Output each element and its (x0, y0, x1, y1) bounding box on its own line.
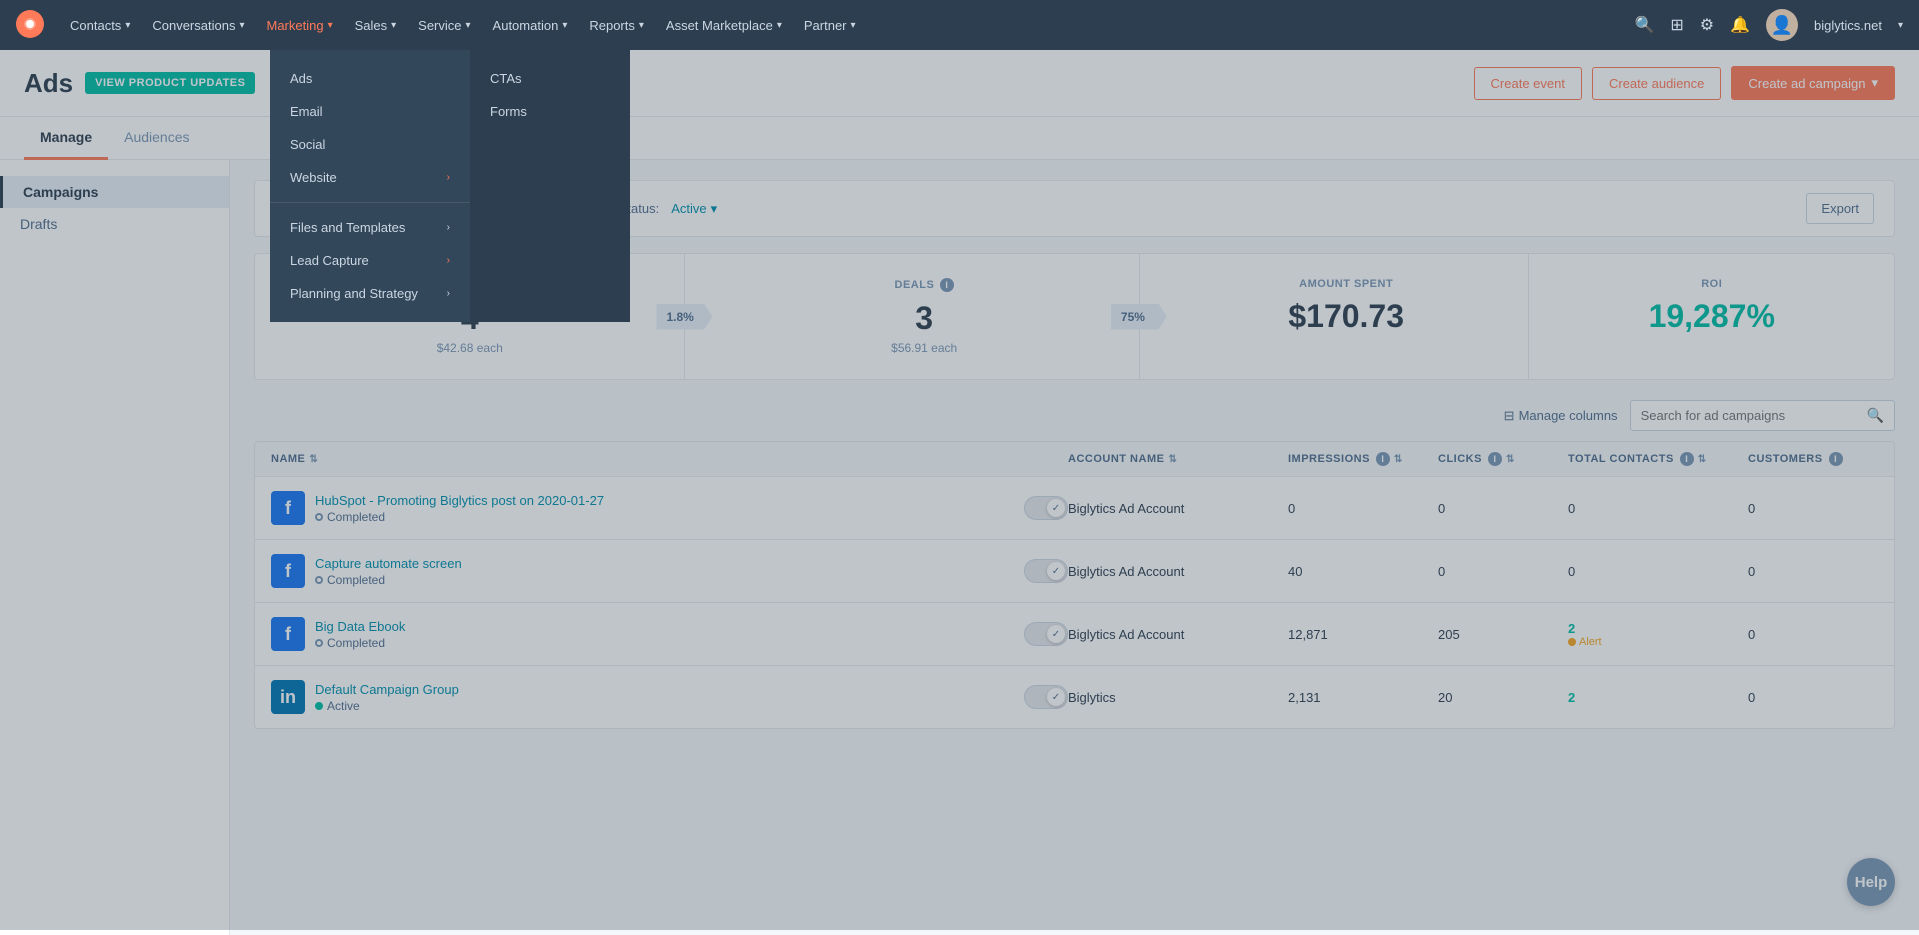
chevron-down-icon: ▾ (777, 20, 782, 31)
dropdown-item-planning[interactable]: Planning and Strategy › (270, 277, 470, 310)
dropdown-item-files[interactable]: Files and Templates › (270, 211, 470, 244)
chevron-right-icon: › (447, 222, 450, 233)
nav-menu: Contacts ▾ Conversations ▾ Marketing ▾ S… (60, 0, 1634, 50)
dropdown-item-ctas[interactable]: CTAs (470, 62, 630, 95)
nav-service[interactable]: Service ▾ (408, 0, 480, 50)
chevron-down-icon: ▾ (239, 20, 244, 31)
dropdown-divider (270, 202, 470, 203)
nav-reports[interactable]: Reports ▾ (579, 0, 654, 50)
dropdown-col-primary: Ads Email Social Website › Files and Tem… (270, 50, 470, 322)
nav-partner[interactable]: Partner ▾ (794, 0, 866, 50)
chevron-right-icon: › (447, 255, 450, 266)
chevron-down-icon: ▾ (639, 20, 644, 31)
chevron-down-icon: ▾ (328, 20, 333, 31)
dropdown-item-social[interactable]: Social (270, 128, 470, 161)
chevron-down-icon: ▾ (125, 20, 130, 31)
top-navigation: Contacts ▾ Conversations ▾ Marketing ▾ S… (0, 0, 1919, 50)
chevron-down-icon: ▾ (466, 20, 471, 31)
account-chevron-icon: ▾ (1898, 20, 1903, 31)
chevron-down-icon: ▾ (391, 20, 396, 31)
dropdown-item-lead-capture[interactable]: Lead Capture › (270, 244, 470, 277)
hubspot-logo[interactable] (16, 10, 44, 41)
nav-contacts[interactable]: Contacts ▾ (60, 0, 140, 50)
dropdown-col-secondary: CTAs Forms (470, 50, 630, 322)
dropdown-item-ads[interactable]: Ads (270, 62, 470, 95)
chevron-right-icon: › (447, 172, 450, 183)
notifications-icon[interactable]: 🔔 (1730, 15, 1750, 35)
nav-asset-marketplace[interactable]: Asset Marketplace ▾ (656, 0, 792, 50)
chevron-right-icon: › (447, 288, 450, 299)
settings-icon[interactable]: ⚙ (1700, 15, 1714, 35)
marketing-dropdown: Ads Email Social Website › Files and Tem… (270, 50, 630, 322)
search-icon[interactable]: 🔍 (1634, 15, 1654, 35)
account-name[interactable]: biglytics.net (1814, 18, 1882, 33)
nav-automation[interactable]: Automation ▾ (483, 0, 578, 50)
dropdown-item-email[interactable]: Email (270, 95, 470, 128)
nav-marketing[interactable]: Marketing ▾ (256, 0, 342, 50)
nav-conversations[interactable]: Conversations ▾ (142, 0, 254, 50)
chevron-down-icon: ▾ (851, 20, 856, 31)
dropdown-item-website[interactable]: Website › (270, 161, 470, 194)
chevron-down-icon: ▾ (562, 20, 567, 31)
nav-sales[interactable]: Sales ▾ (345, 0, 407, 50)
avatar[interactable]: 👤 (1766, 9, 1798, 41)
nav-right-section: 🔍 ⊞ ⚙ 🔔 👤 biglytics.net ▾ (1634, 9, 1903, 41)
dropdown-item-forms[interactable]: Forms (470, 95, 630, 128)
apps-icon[interactable]: ⊞ (1670, 15, 1683, 35)
